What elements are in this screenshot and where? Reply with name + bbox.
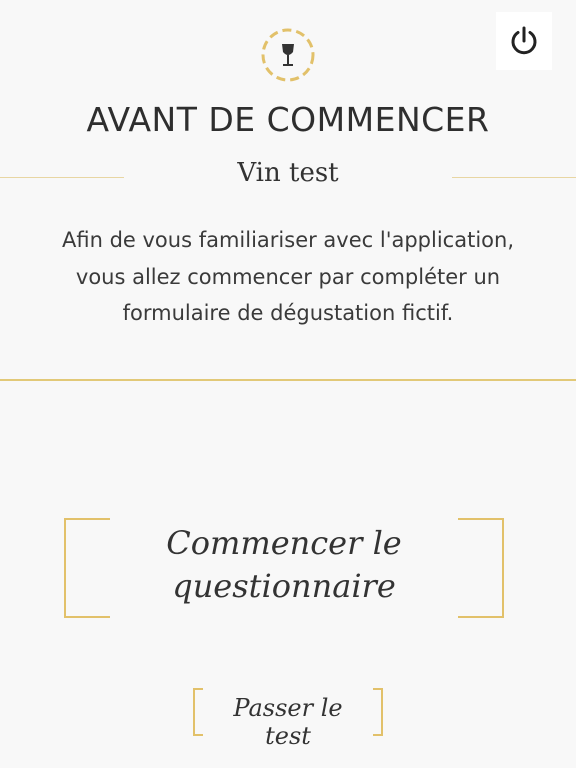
bracket-right bbox=[373, 688, 383, 736]
intro-text: Afin de vous familiariser avec l'applica… bbox=[62, 228, 514, 325]
bracket-left bbox=[64, 518, 110, 618]
skip-test-label: Passer le test bbox=[233, 694, 343, 750]
wine-glass-icon bbox=[261, 28, 315, 82]
page-title: AVANT DE COMMENCER bbox=[86, 100, 490, 139]
power-icon bbox=[511, 26, 537, 55]
power-button[interactable] bbox=[496, 12, 552, 70]
wine-subtitle: Vin test bbox=[237, 158, 339, 188]
skip-test-button[interactable]: Passer le test bbox=[193, 688, 383, 750]
bracket-right bbox=[458, 518, 504, 618]
bracket-left bbox=[193, 688, 203, 736]
start-questionnaire-label: Commencer le questionnaire bbox=[166, 524, 402, 605]
section-divider bbox=[0, 379, 576, 381]
subtitle-row: Vin test bbox=[0, 158, 576, 198]
start-questionnaire-button[interactable]: Commencer le questionnaire bbox=[64, 518, 504, 618]
